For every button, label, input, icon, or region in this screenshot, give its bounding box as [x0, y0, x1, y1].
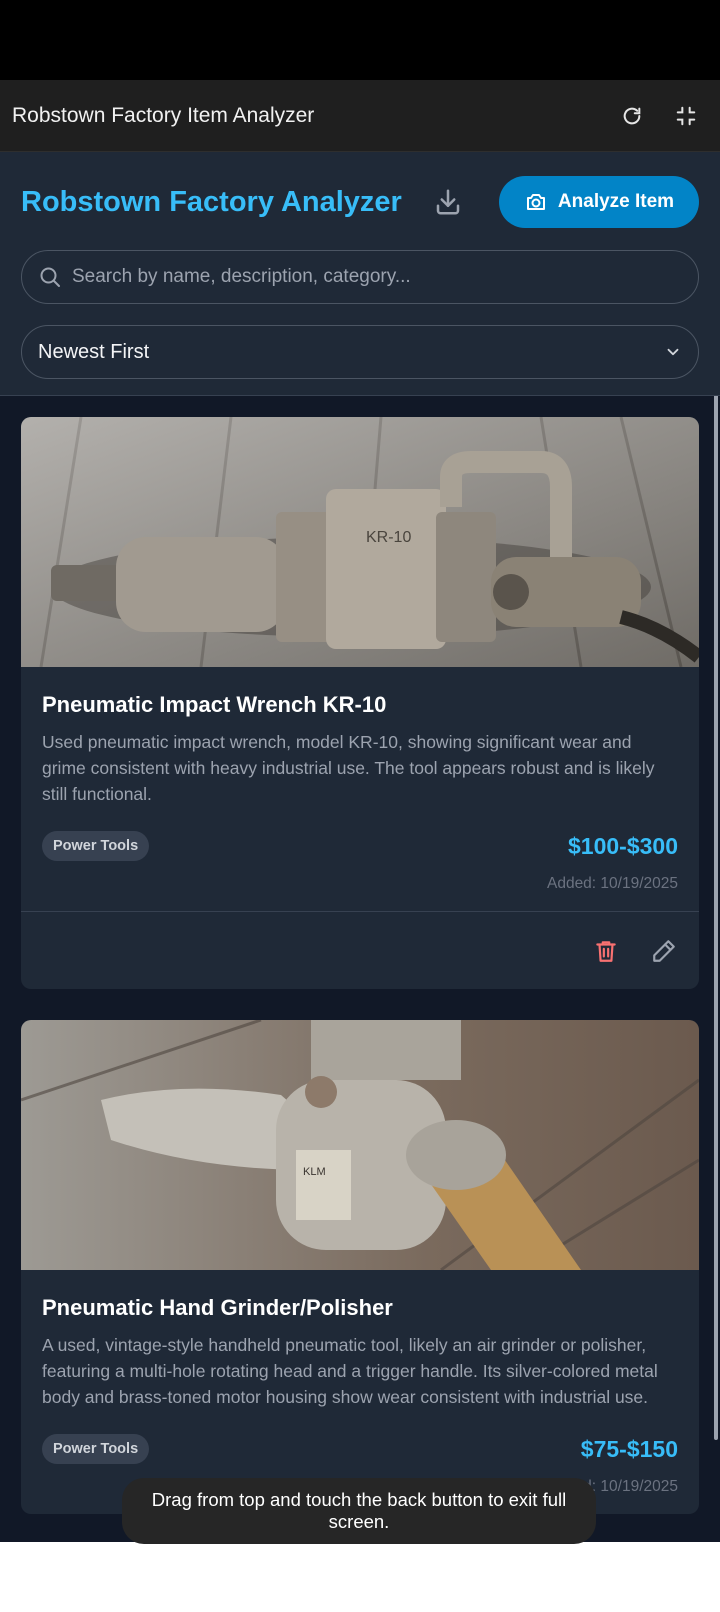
chevron-down-icon [667, 348, 679, 356]
fullscreen-toast: Drag from top and touch the back button … [122, 1478, 596, 1544]
item-price: $100-$300 [568, 832, 678, 859]
delete-button[interactable] [592, 937, 620, 965]
card-actions [21, 911, 699, 989]
app-title: Robstown Factory Analyzer [21, 185, 402, 218]
status-bar [0, 0, 720, 80]
camera-icon [526, 194, 545, 210]
category-badge: Power Tools [42, 831, 150, 861]
download-button[interactable] [423, 177, 473, 227]
sort-select[interactable]: Newest First [21, 325, 699, 379]
svg-text:KR-10: KR-10 [366, 529, 411, 546]
refresh-icon[interactable] [610, 94, 654, 138]
item-title: Pneumatic Impact Wrench KR-10 [42, 692, 387, 717]
download-icon [436, 189, 460, 215]
sort-selected-value: Newest First [38, 340, 150, 363]
app-header: Robstown Factory Analyzer Analyze Item N… [0, 152, 720, 396]
analyze-item-label: Analyze Item [557, 191, 675, 212]
item-price: $75-$150 [580, 1435, 678, 1462]
exit-fullscreen-icon[interactable] [664, 94, 708, 138]
item-list: KR-10 Pneumatic Impact Wrench KR-10 Used… [0, 396, 720, 1514]
window-title: Robstown Factory Item Analyzer [12, 103, 315, 127]
item-card[interactable]: KR-10 Pneumatic Impact Wrench KR-10 Used… [21, 417, 699, 989]
item-card[interactable]: KLM Pneumatic Hand Grinder/Polisher A us… [21, 1020, 699, 1514]
item-description: Used pneumatic impact wrench, model KR-1… [42, 732, 655, 804]
item-title: Pneumatic Hand Grinder/Polisher [42, 1295, 393, 1320]
trash-icon [596, 940, 616, 962]
app-title-bar: Robstown Factory Item Analyzer [0, 80, 720, 152]
analyze-item-button[interactable]: Analyze Item [499, 176, 699, 228]
item-added-date: Added: 10/19/2025 [546, 875, 678, 892]
pencil-icon [653, 939, 675, 962]
item-image: KLM [21, 1020, 699, 1270]
search-input[interactable] [72, 266, 682, 288]
item-image: KR-10 [21, 417, 699, 667]
search-box[interactable] [21, 250, 699, 304]
app-content: Robstown Factory Analyzer Analyze Item N… [0, 152, 720, 1542]
category-badge: Power Tools [42, 1434, 150, 1464]
item-description: A used, vintage-style handheld pneumatic… [42, 1335, 658, 1407]
search-icon [40, 267, 60, 287]
svg-text:KLM: KLM [303, 1166, 326, 1178]
edit-button[interactable] [650, 937, 678, 965]
